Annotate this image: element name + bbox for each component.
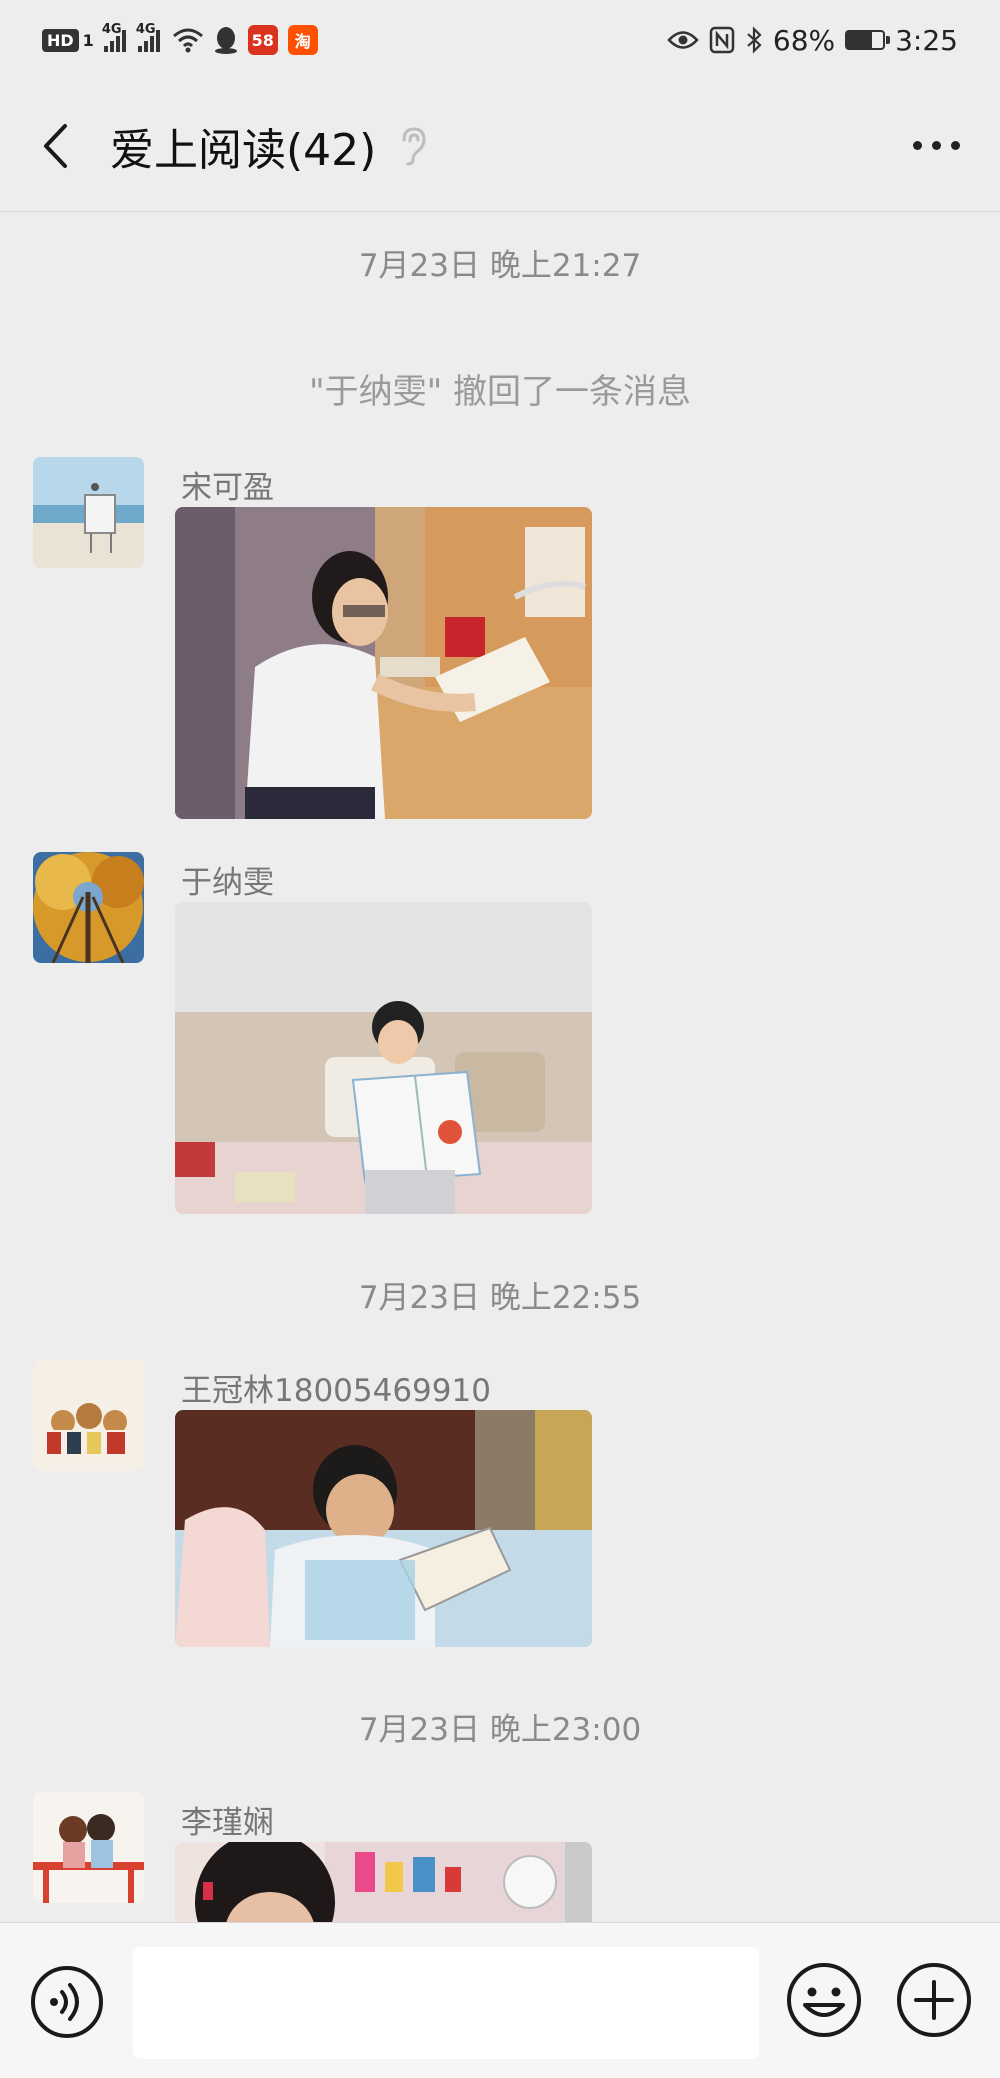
- app-58-icon: 58: [247, 25, 278, 55]
- message-input[interactable]: [133, 1947, 759, 2059]
- message-timestamp: 7月23日 晚上23:00: [358, 1712, 642, 1748]
- avatar[interactable]: [33, 1792, 144, 1903]
- battery-icon: [845, 30, 891, 50]
- battery-percent: 68%: [772, 23, 836, 57]
- image-message[interactable]: [175, 902, 592, 1214]
- status-bar-left: HD 1 4G 4G 58 淘: [42, 22, 318, 55]
- bluetooth-icon: [747, 26, 762, 54]
- back-button[interactable]: [0, 80, 110, 211]
- more-button[interactable]: [913, 80, 960, 211]
- image-message[interactable]: [175, 1410, 592, 1647]
- plus-icon: [897, 1963, 971, 2037]
- message-timestamp: 7月23日 晚上22:55: [358, 1280, 642, 1316]
- chat-message-list[interactable]: 7月23日 晚上21:27 "于纳雯" 撤回了一条消息 宋可盈 于纳雯 7月23…: [0, 212, 1000, 1922]
- more-dot: [913, 141, 922, 150]
- more-functions-button[interactable]: [895, 1961, 973, 2039]
- chat-title: 爱上阅读(42): [110, 124, 377, 176]
- more-dot: [932, 141, 941, 150]
- voice-icon: [31, 1966, 103, 2038]
- sender-name: 王冠林18005469910: [181, 1373, 491, 1409]
- chat-header: 爱上阅读(42): [0, 80, 1000, 212]
- emoji-icon: [787, 1963, 861, 2037]
- input-bar: [0, 1922, 1000, 2078]
- status-bar-right: 68% 3:25: [667, 24, 958, 57]
- sender-name: 李瑾娴: [181, 1805, 274, 1841]
- battery-fill: [847, 32, 872, 48]
- status-bar: HD 1 4G 4G 58 淘 68% 3:25: [0, 0, 1000, 80]
- network-type-2: 4G: [135, 22, 156, 37]
- hd-badge: HD: [42, 28, 79, 52]
- more-dot: [951, 141, 960, 150]
- qq-penguin-icon: [214, 27, 237, 54]
- image-message[interactable]: [175, 1842, 592, 1922]
- avatar[interactable]: [33, 457, 144, 568]
- recall-notice: "于纳雯" 撤回了一条消息: [308, 372, 692, 412]
- avatar[interactable]: [33, 852, 144, 963]
- signal-2-icon: 4G: [136, 22, 162, 52]
- chevron-left-icon: [44, 123, 67, 168]
- eye-comfort-icon: [667, 31, 699, 49]
- taobao-icon: 淘: [287, 25, 318, 55]
- nfc-icon: [709, 26, 735, 54]
- signal-1-icon: 4G: [102, 22, 128, 52]
- avatar[interactable]: [33, 1360, 144, 1471]
- sender-name: 于纳雯: [181, 865, 274, 901]
- sender-name: 宋可盈: [181, 470, 274, 506]
- ear-icon: [398, 126, 428, 166]
- message-timestamp: 7月23日 晚上21:27: [358, 248, 642, 284]
- sim-slot-digit: 1: [82, 30, 94, 50]
- network-type-1: 4G: [101, 22, 122, 37]
- voice-input-button[interactable]: [30, 1965, 104, 2039]
- image-message[interactable]: [175, 507, 592, 819]
- status-time: 3:25: [895, 23, 958, 57]
- wifi-icon: [172, 28, 203, 53]
- emoji-button[interactable]: [785, 1961, 863, 2039]
